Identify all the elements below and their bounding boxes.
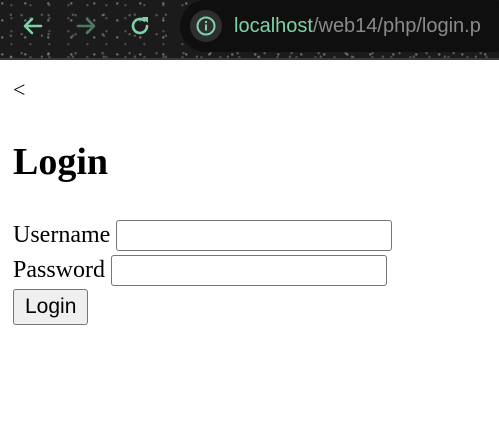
arrow-left-icon bbox=[23, 17, 43, 35]
username-label: Username bbox=[13, 222, 111, 248]
login-form: Username Password Login bbox=[13, 218, 473, 325]
page-content: < Login Username Password Login bbox=[13, 76, 393, 325]
page-title: Login bbox=[13, 141, 109, 183]
back-button[interactable] bbox=[15, 8, 51, 44]
login-button[interactable]: Login bbox=[13, 289, 89, 325]
address-bar[interactable]: localhost/web14/php/login.p bbox=[180, 0, 499, 52]
username-row: Username bbox=[13, 218, 473, 253]
url-path: /web14/php/login.p bbox=[312, 14, 481, 37]
info-icon bbox=[196, 16, 216, 36]
username-input[interactable] bbox=[116, 220, 393, 251]
back-link[interactable]: < bbox=[13, 76, 25, 104]
browser-toolbar: localhost/web14/php/login.p bbox=[0, 0, 499, 60]
site-info-button[interactable] bbox=[190, 10, 222, 42]
reload-icon bbox=[131, 17, 149, 35]
password-row: Password bbox=[13, 253, 473, 288]
url-text: localhost/web14/php/login.p bbox=[234, 15, 481, 38]
password-input[interactable] bbox=[111, 255, 388, 286]
url-host: localhost bbox=[234, 14, 313, 37]
forward-button[interactable] bbox=[68, 8, 104, 44]
password-label: Password bbox=[13, 257, 106, 283]
arrow-right-icon bbox=[76, 17, 96, 35]
reload-button[interactable] bbox=[122, 8, 158, 44]
